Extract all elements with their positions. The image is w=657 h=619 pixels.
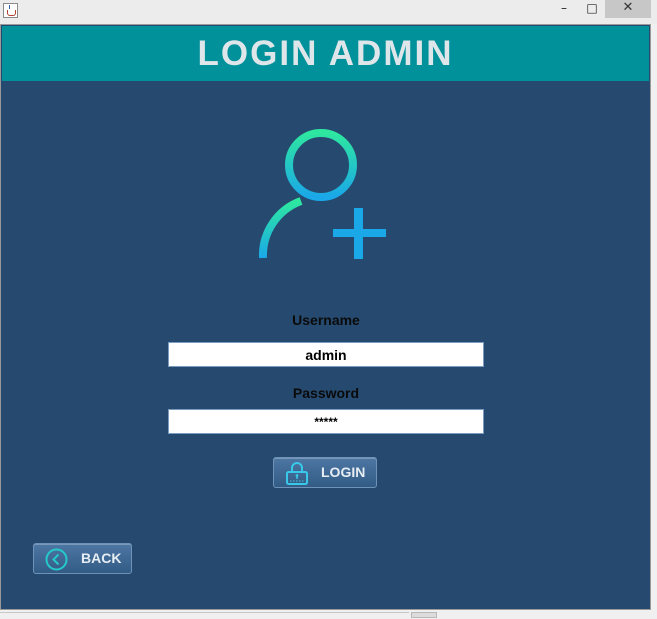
back-button-label: BACK <box>81 550 122 566</box>
password-input[interactable] <box>168 409 484 434</box>
back-button[interactable]: BACK <box>33 543 132 574</box>
bottom-strip <box>0 610 657 618</box>
close-button[interactable]: ✕ <box>605 0 651 18</box>
resize-grip[interactable] <box>411 612 437 618</box>
java-cup-icon <box>3 3 18 18</box>
padlock-icon <box>286 462 308 485</box>
header-banner: LOGIN ADMIN <box>2 26 649 81</box>
user-add-icon <box>258 129 386 259</box>
minimize-button[interactable]: – <box>549 0 579 18</box>
login-button[interactable]: LOGIN <box>273 457 377 488</box>
window-titlebar: – □ ✕ <box>0 0 657 24</box>
chevron-left-circle-icon <box>45 548 68 571</box>
page-title: LOGIN ADMIN <box>197 34 454 73</box>
login-button-label: LOGIN <box>321 464 366 480</box>
password-label: Password <box>292 385 360 401</box>
username-input[interactable] <box>168 342 484 367</box>
maximize-button[interactable]: □ <box>579 0 605 18</box>
username-label: Username <box>292 312 360 328</box>
